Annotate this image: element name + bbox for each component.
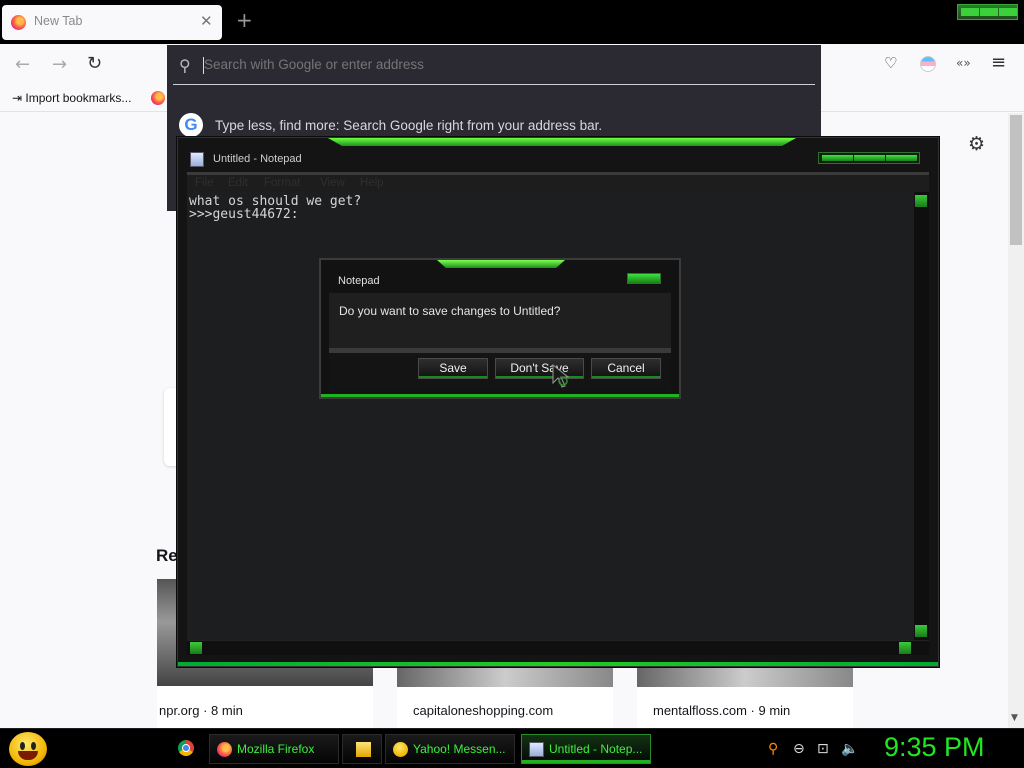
dialog-message: Do you want to save changes to Untitled? <box>339 304 561 318</box>
title-glow <box>437 260 565 268</box>
cancel-button[interactable]: Cancel <box>591 358 661 379</box>
reload-icon[interactable]: ↻ <box>87 53 102 74</box>
window-controls[interactable] <box>957 4 1018 20</box>
notepad-window-controls[interactable] <box>818 152 920 164</box>
story-source: mentalfloss.com · 9 min <box>653 703 791 718</box>
story-image <box>397 667 613 687</box>
maximize-icon[interactable] <box>980 8 998 16</box>
import-bookmarks-label: Import bookmarks... <box>25 91 132 105</box>
notepad-icon <box>529 742 544 757</box>
minimize-icon[interactable] <box>961 8 979 16</box>
scroll-down-icon[interactable]: ▼ <box>1011 713 1018 723</box>
vertical-scrollbar[interactable] <box>914 192 929 640</box>
dialog-title: Notepad <box>338 275 380 287</box>
taskbar-item-firefox[interactable]: Mozilla Firefox <box>209 734 339 764</box>
taskbar-item-folder[interactable] <box>342 734 382 764</box>
scrollbar-thumb[interactable] <box>1010 115 1022 245</box>
save-changes-dialog: Notepad Do you want to save changes to U… <box>319 258 681 399</box>
menu-file[interactable]: File <box>195 177 214 189</box>
notepad-icon <box>190 152 204 167</box>
chrome-icon[interactable] <box>178 740 194 756</box>
firefox-icon <box>217 742 232 757</box>
recommended-heading: Re <box>156 546 178 565</box>
extensions-icon[interactable]: «» <box>956 56 971 70</box>
scroll-down-icon[interactable] <box>915 625 927 637</box>
close-window-icon[interactable] <box>886 155 917 161</box>
search-tray-icon[interactable]: ⚲ <box>768 741 778 757</box>
status-tray-icon[interactable]: ⊖ <box>793 741 805 757</box>
google-icon: G <box>179 113 203 137</box>
horizontal-scrollbar[interactable] <box>187 640 929 655</box>
story-card[interactable]: mentalfloss.com · 9 min <box>637 667 853 737</box>
notepad-content[interactable]: what os should we get? >>>geust44672: <box>189 195 361 221</box>
taskbar-item-yahoo-messenger[interactable]: Yahoo! Messen... <box>385 734 515 764</box>
menu-format[interactable]: Format <box>264 177 300 189</box>
notepad-window: Untitled - Notepad File Edit Format View… <box>177 137 939 667</box>
save-button[interactable]: Save <box>418 358 488 379</box>
yahoo-messenger-icon <box>393 742 408 757</box>
taskbar-item-label: Untitled - Notep... <box>549 742 643 756</box>
clock[interactable]: 9:35 PM <box>884 732 985 763</box>
firefox-icon[interactable] <box>151 91 165 105</box>
back-icon[interactable]: ← <box>15 54 30 75</box>
network-tray-icon[interactable]: ⊡ <box>817 741 829 757</box>
tab-new-tab[interactable]: New Tab ✕ <box>2 5 222 40</box>
address-bar-input[interactable] <box>204 57 784 72</box>
dialog-close-button[interactable] <box>627 273 661 284</box>
story-card[interactable]: npr.org · 8 min <box>157 579 373 737</box>
menu-view[interactable]: View <box>320 177 345 189</box>
taskbar-item-label: Mozilla Firefox <box>237 742 315 756</box>
scroll-up-icon[interactable] <box>915 195 927 207</box>
search-tip-text[interactable]: Type less, find more: Search Google righ… <box>215 118 602 133</box>
start-button-smiley-icon[interactable] <box>9 732 47 766</box>
story-source: capitaloneshopping.com <box>413 703 554 718</box>
title-glow <box>328 138 796 146</box>
taskbar-item-label: Yahoo! Messen... <box>413 742 506 756</box>
volume-icon[interactable]: 🔈 <box>841 741 858 757</box>
scroll-left-icon[interactable] <box>190 642 202 654</box>
story-source: npr.org · 8 min <box>159 703 243 718</box>
dialog-body <box>329 293 671 348</box>
forward-icon[interactable]: → <box>52 54 67 75</box>
account-avatar[interactable] <box>920 56 936 72</box>
menu-help[interactable]: Help <box>360 177 384 189</box>
taskbar: Mozilla Firefox Yahoo! Messen... Untitle… <box>0 728 1024 768</box>
import-bookmarks-link[interactable]: ⇥ Import bookmarks... <box>12 91 131 105</box>
folder-icon <box>356 742 371 757</box>
divider <box>173 84 815 85</box>
maximize-icon[interactable] <box>854 155 885 161</box>
minimize-icon[interactable] <box>822 155 853 161</box>
story-card[interactable]: capitaloneshopping.com <box>397 667 613 737</box>
notepad-title: Untitled - Notepad <box>213 153 302 165</box>
firefox-icon <box>11 15 26 30</box>
new-tab-button[interactable]: + <box>236 8 253 32</box>
close-window-icon[interactable] <box>999 8 1017 16</box>
bottom-glow <box>178 662 938 666</box>
mouse-cursor-icon <box>552 364 570 388</box>
tab-title: New Tab <box>34 14 83 28</box>
search-icon: ⚲ <box>179 56 191 75</box>
notepad-menubar: File Edit Format View Help <box>187 172 929 192</box>
page-scrollbar[interactable]: ▼ <box>1008 113 1024 728</box>
menu-icon[interactable]: ≡ <box>991 52 1006 73</box>
browser-tab-bar: New Tab ✕ + <box>0 0 1024 44</box>
story-image <box>637 667 853 687</box>
bottom-glow <box>321 394 679 397</box>
menu-edit[interactable]: Edit <box>228 177 248 189</box>
settings-gear-icon[interactable]: ⚙ <box>968 133 985 155</box>
taskbar-item-notepad[interactable]: Untitled - Notep... <box>521 734 651 764</box>
close-tab-icon[interactable]: ✕ <box>200 12 213 30</box>
pocket-icon[interactable]: ♡ <box>884 54 897 72</box>
scroll-right-icon[interactable] <box>899 642 911 654</box>
